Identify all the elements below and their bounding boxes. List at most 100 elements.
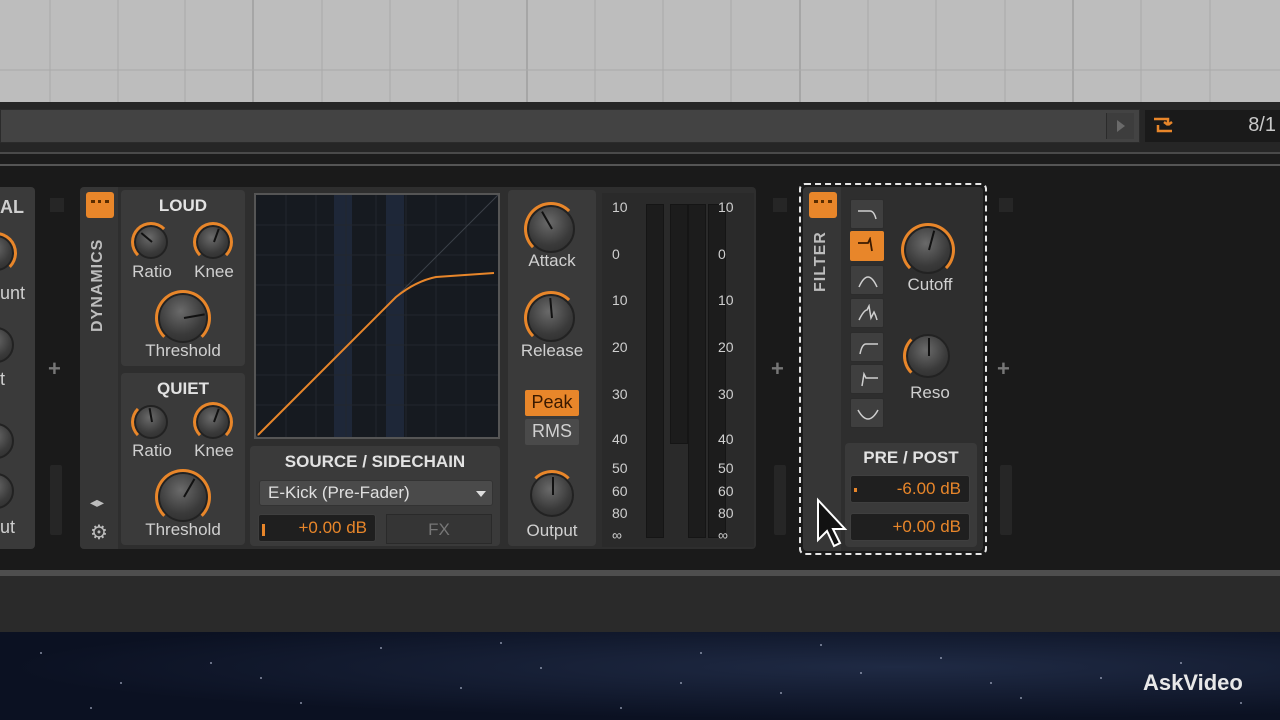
chain-slot-left (50, 465, 62, 535)
prev-device-label-1: unt (0, 283, 26, 303)
scale-right-0: 10 (718, 199, 734, 215)
star (120, 682, 122, 684)
transfer-curve-graph[interactable] (254, 193, 500, 439)
prev-device-knob-mid[interactable] (0, 327, 14, 363)
rms-toggle[interactable]: RMS (525, 419, 579, 445)
reduction-meter (670, 204, 688, 444)
lower-panel (0, 576, 1280, 632)
star (680, 682, 682, 684)
chain-slot-right (1000, 465, 1012, 535)
scale-left-0: 10 (612, 199, 628, 215)
star (620, 707, 622, 709)
star (940, 657, 942, 659)
star (40, 652, 42, 654)
star (460, 687, 462, 689)
peak-toggle[interactable]: Peak (525, 390, 579, 416)
loud-knee-knob[interactable] (193, 222, 233, 262)
scale-right-2: 10 (718, 292, 734, 308)
dynamics-title: DYNAMICS (89, 238, 106, 332)
quiet-knee-label: Knee (194, 441, 234, 460)
track-header-bar[interactable] (0, 109, 1140, 143)
sidechain-title: SOURCE / SIDECHAIN (284, 452, 466, 471)
arranger-grid (0, 0, 1280, 102)
scale-left-6: 50 (612, 460, 628, 476)
star (1020, 697, 1022, 699)
sidechain-gain-value: +0.00 dB (298, 518, 367, 537)
quiet-threshold-knob[interactable] (155, 469, 211, 525)
scale-left-3: 20 (612, 339, 628, 355)
quiet-title: QUIET (157, 379, 209, 398)
expand-arrows-icon[interactable]: ◂▸ (90, 494, 112, 510)
quiet-threshold-label: Threshold (145, 520, 221, 539)
star (540, 667, 542, 669)
star (820, 644, 822, 646)
scale-left-7: 60 (612, 483, 628, 499)
scale-left-9: ∞ (612, 527, 622, 543)
scroll-right-button[interactable] (1106, 113, 1134, 139)
sidechain-source-select[interactable]: E-Kick (Pre-Fader) (259, 480, 493, 506)
chain-slot-marker-right (999, 198, 1013, 212)
loud-knee-label: Knee (194, 262, 234, 281)
star (1100, 677, 1102, 679)
mouse-cursor-icon (812, 492, 852, 552)
scale-right-9: ∞ (718, 527, 728, 543)
panel-divider[interactable] (0, 152, 1280, 166)
star (1240, 702, 1242, 704)
scale-left-2: 10 (612, 292, 628, 308)
star (300, 702, 302, 704)
attack-label: Attack (528, 251, 576, 270)
add-device-icon[interactable]: + (48, 356, 61, 382)
scale-right-4: 30 (718, 386, 734, 402)
prev-device-knob-bottom[interactable] (0, 473, 14, 509)
sidechain-gain-field[interactable]: +0.00 dB (258, 514, 376, 542)
scale-right-8: 80 (718, 505, 734, 521)
loud-threshold-knob[interactable] (155, 290, 211, 346)
star (260, 677, 262, 679)
loop-icon[interactable] (1150, 113, 1176, 137)
sidechain-fx-button[interactable]: FX (386, 514, 492, 544)
scale-right-5: 40 (718, 431, 734, 447)
star (860, 672, 862, 674)
star (780, 692, 782, 694)
add-device-icon-right[interactable]: + (997, 356, 1010, 382)
chevron-down-icon (476, 491, 486, 497)
prev-device-knob[interactable] (0, 423, 14, 459)
chain-slot-marker-mid (773, 198, 787, 212)
arranger-timeline[interactable] (0, 0, 1280, 102)
chain-slot-mid (774, 465, 786, 535)
previous-device: AL unt t ut (0, 187, 35, 549)
prev-device-label-3: ut (0, 517, 16, 537)
star (90, 707, 92, 709)
scale-left-8: 80 (612, 505, 628, 521)
scale-right-6: 50 (718, 460, 734, 476)
gear-icon[interactable]: ⚙ (90, 520, 112, 544)
prev-device-label-2: t (0, 369, 6, 389)
star (210, 662, 212, 664)
scale-right-7: 60 (718, 483, 734, 499)
loud-ratio-label: Ratio (132, 262, 172, 281)
output-knob[interactable] (527, 470, 577, 517)
star (380, 647, 382, 649)
prev-device-knob-top[interactable] (0, 232, 17, 274)
loud-threshold-label: Threshold (145, 341, 221, 360)
gain-indicator (262, 524, 265, 536)
quiet-ratio-knob[interactable] (131, 402, 168, 442)
star (500, 642, 502, 644)
scale-left-1: 0 (612, 246, 620, 262)
scale-right-3: 20 (718, 339, 734, 355)
star (700, 652, 702, 654)
sidechain-source-value: E-Kick (Pre-Fader) (268, 483, 410, 502)
release-label: Release (520, 341, 584, 360)
prev-device-title: AL (0, 197, 24, 217)
loud-title: LOUD (158, 196, 208, 215)
desktop-background (0, 632, 1280, 720)
position-value: 8/1 (1248, 114, 1276, 136)
attack-knob[interactable] (524, 202, 578, 256)
transfer-curve (255, 194, 499, 438)
add-device-icon-mid[interactable]: + (771, 356, 784, 382)
quiet-knee-knob[interactable] (193, 402, 233, 442)
loud-ratio-knob[interactable] (131, 222, 171, 262)
star (1180, 662, 1182, 664)
release-knob[interactable] (524, 291, 578, 345)
device-power-icon[interactable] (86, 192, 114, 218)
